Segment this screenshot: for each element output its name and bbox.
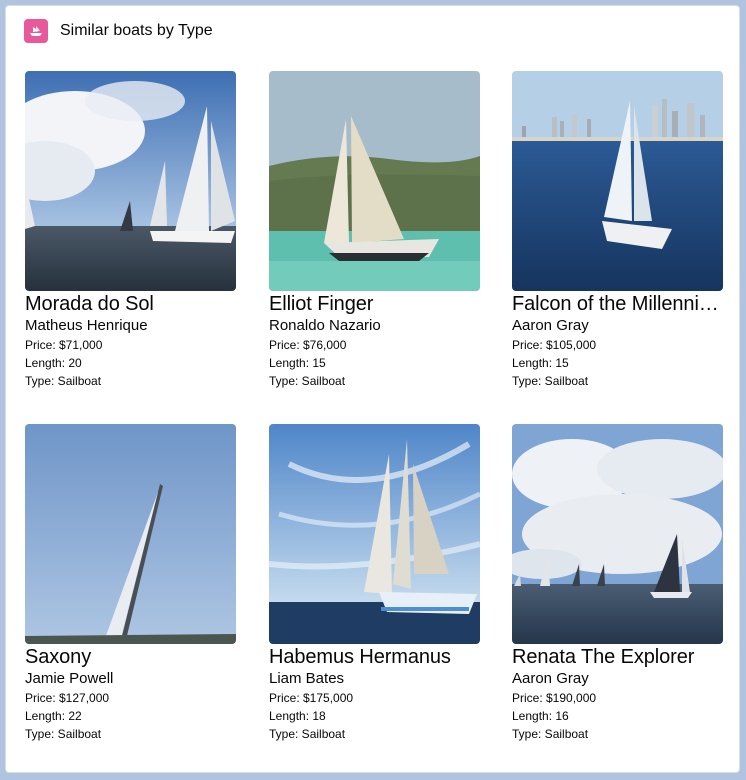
boat-photo[interactable]	[512, 424, 723, 644]
boat-photo[interactable]	[512, 71, 723, 291]
boat-name[interactable]: Morada do Sol	[25, 292, 236, 316]
boat-type: Type: Sailboat	[269, 374, 346, 388]
boat-tile[interactable]: Morada do Sol Matheus Henrique Price: $7…	[25, 71, 236, 390]
card-title: Similar boats by Type	[60, 22, 213, 39]
boat-name[interactable]: Falcon of the Millennium	[512, 292, 723, 316]
boat-tile[interactable]: Falcon of the Millennium Aaron Gray Pric…	[512, 71, 723, 390]
boat-tile[interactable]: Habemus Hermanus Liam Bates Price: $175,…	[269, 424, 480, 743]
boat-length: Length: 16	[512, 709, 569, 723]
boat-name[interactable]: Saxony	[25, 645, 236, 669]
boat-owner: Aaron Gray	[512, 317, 589, 334]
boat-name[interactable]: Elliot Finger	[269, 292, 480, 316]
similar-boats-card: Similar boats by Type Morada do Sol Math…	[5, 5, 740, 773]
boat-name[interactable]: Habemus Hermanus	[269, 645, 480, 669]
boat-owner: Matheus Henrique	[25, 317, 148, 334]
boat-tile[interactable]: Saxony Jamie Powell Price: $127,000 Leng…	[25, 424, 236, 743]
boat-photo[interactable]	[269, 424, 480, 644]
boat-price: Price: $76,000	[269, 338, 347, 352]
card-header: Similar boats by Type	[24, 19, 213, 43]
boat-price: Price: $71,000	[25, 338, 103, 352]
boat-length: Length: 18	[269, 709, 326, 723]
boat-type: Type: Sailboat	[269, 727, 346, 741]
boat-owner: Liam Bates	[269, 670, 345, 687]
boat-name[interactable]: Renata The Explorer	[512, 645, 723, 669]
boat-tile[interactable]: Renata The Explorer Aaron Gray Price: $1…	[512, 424, 723, 743]
boat-length: Length: 15	[512, 356, 569, 370]
boat-type: Type: Sailboat	[512, 374, 589, 388]
boat-photo[interactable]	[25, 424, 236, 644]
boat-price: Price: $127,000	[25, 691, 110, 705]
boat-owner: Jamie Powell	[25, 670, 114, 687]
boat-type: Type: Sailboat	[25, 374, 102, 388]
boat-photo[interactable]	[25, 71, 236, 291]
boat-tile[interactable]: Elliot Finger Ronaldo Nazario Price: $76…	[269, 71, 480, 390]
boat-owner: Ronaldo Nazario	[269, 317, 381, 334]
boat-type: Type: Sailboat	[25, 727, 102, 741]
boat-length: Length: 15	[269, 356, 326, 370]
boat-price: Price: $105,000	[512, 338, 597, 352]
boat-length: Length: 22	[25, 709, 82, 723]
boat-photo[interactable]	[269, 71, 480, 291]
boat-price: Price: $175,000	[269, 691, 354, 705]
boat-type: Type: Sailboat	[512, 727, 589, 741]
boat-icon	[24, 19, 48, 43]
boat-length: Length: 20	[25, 356, 82, 370]
boat-price: Price: $190,000	[512, 691, 597, 705]
boat-owner: Aaron Gray	[512, 670, 589, 687]
